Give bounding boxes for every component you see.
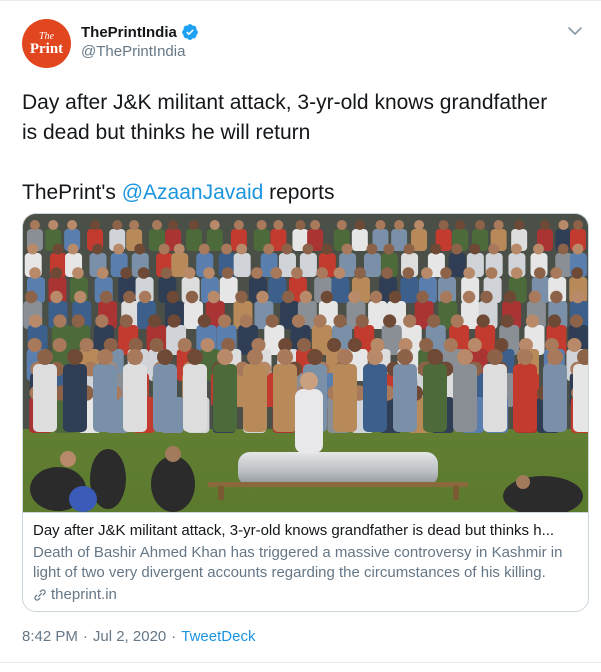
tweet-text-line-3: ThePrint's @AzaanJavaid reports xyxy=(22,178,592,208)
tweet-meta: 8:42 PM · Jul 2, 2020 · TweetDeck xyxy=(22,628,255,645)
author-handle[interactable]: @ThePrintIndia xyxy=(81,43,185,60)
link-icon xyxy=(34,589,46,601)
card-domain-row[interactable]: theprint.in xyxy=(33,585,580,605)
tweet-text-line-1: Day after J&K militant attack, 3-yr-old … xyxy=(22,91,548,114)
mention-link[interactable]: @AzaanJavaid xyxy=(122,181,264,204)
tweet-prefix: ThePrint's xyxy=(22,181,122,204)
tweet-text: Day after J&K militant attack, 3-yr-old … xyxy=(22,88,592,208)
author-name-row[interactable]: ThePrintIndia xyxy=(81,23,199,41)
verified-badge-icon xyxy=(181,24,198,40)
meta-separator: · xyxy=(82,628,88,645)
card-domain[interactable]: theprint.in xyxy=(51,585,117,605)
avatar-logo-print: Print xyxy=(29,41,64,57)
card-body[interactable]: Day after J&K militant attack, 3-yr-old … xyxy=(23,512,588,611)
tweet-date[interactable]: Jul 2, 2020 xyxy=(93,628,166,645)
chevron-down-icon[interactable] xyxy=(567,23,583,39)
card-description: Death of Bashir Ahmed Khan has triggered… xyxy=(33,544,563,581)
card-title[interactable]: Day after J&K militant attack, 3-yr-old … xyxy=(33,521,580,541)
divider xyxy=(0,662,601,663)
avatar[interactable]: The Print xyxy=(22,19,71,68)
tweet-suffix: reports xyxy=(263,181,335,204)
tweet-text-line-2: is dead but thinks he will return xyxy=(22,121,311,144)
link-card[interactable]: Day after J&K militant attack, 3-yr-old … xyxy=(22,213,589,612)
tweet-time[interactable]: 8:42 PM xyxy=(22,628,78,645)
funeral-crowd-photo xyxy=(23,214,588,512)
tweet: The Print ThePrintIndia @ThePrintIndia D… xyxy=(0,0,601,672)
tweet-source[interactable]: TweetDeck xyxy=(181,628,255,645)
card-image[interactable] xyxy=(23,214,588,512)
display-name[interactable]: ThePrintIndia xyxy=(81,24,177,41)
meta-separator: · xyxy=(171,628,177,645)
